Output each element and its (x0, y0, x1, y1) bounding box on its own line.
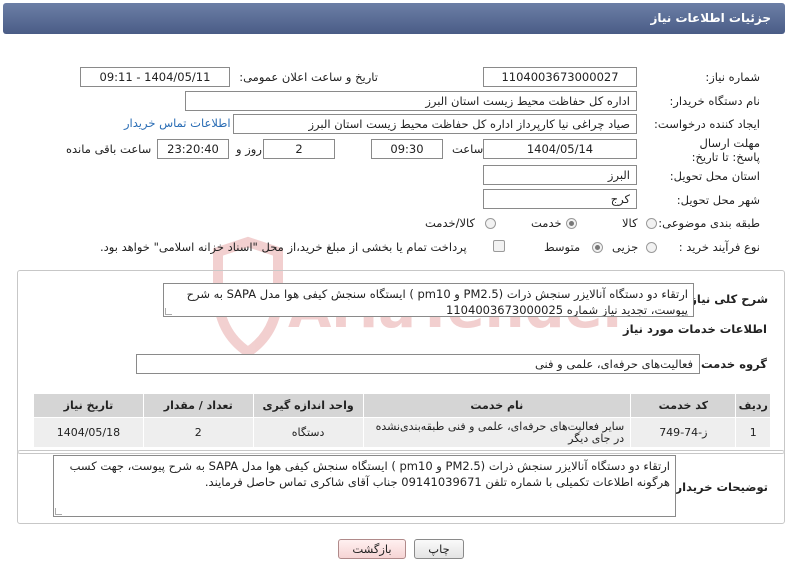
col-unit: واحد اندازه گیری (252, 393, 364, 418)
process-radio-medium[interactable] (592, 242, 603, 253)
creator-field: صیاد چراغی نیا کارپرداز اداره کل حفاظت م… (233, 114, 637, 134)
process-option-medium: متوسط (544, 240, 581, 254)
time-remaining-label: ساعت باقی مانده (66, 142, 152, 156)
deadline-time-label: ساعت (452, 142, 484, 156)
days-label: روز و (236, 142, 262, 156)
back-button[interactable]: بازگشت (338, 539, 406, 559)
announce-label: تاریخ و ساعت اعلان عمومی: (239, 70, 378, 84)
buyer-notes-textarea[interactable]: ارتقاء دو دستگاه آنالایزر سنجش ذرات (PM2… (53, 455, 676, 517)
city-label: شهر محل تحویل: (676, 193, 760, 207)
table-header-row: ردیف کد خدمت نام خدمت واحد اندازه گیری ت… (33, 393, 771, 418)
province-field: البرز (483, 165, 637, 185)
service-group-label: گروه خدمت: (696, 357, 767, 371)
treasury-checkbox[interactable] (493, 240, 505, 252)
service-group-field: فعالیت‌های حرفه‌ای، علمی و فنی (136, 354, 700, 374)
col-code: کد خدمت (630, 393, 737, 418)
process-radio-minor[interactable] (646, 242, 657, 253)
need-number-label: شماره نیاز: (705, 70, 760, 84)
col-name: نام خدمت (362, 393, 632, 418)
cell-qty: 2 (142, 417, 254, 448)
col-date: تاریخ نیاز (33, 393, 144, 418)
category-option-goods: کالا (622, 216, 638, 230)
page-header: جزئیات اطلاعات نیاز (3, 3, 785, 34)
creator-label: ایجاد کننده درخواست: (654, 117, 760, 131)
table-row: 1 ز-74-749 سایر فعالیت‌های حرفه‌ای، علمی… (33, 417, 771, 448)
summary-text: ارتقاء دو دستگاه آنالایزر سنجش ذرات (PM2… (186, 287, 688, 317)
cell-name: سایر فعالیت‌های حرفه‌ای، علمی و فنی طبقه… (362, 417, 632, 448)
print-button[interactable]: چاپ (414, 539, 464, 559)
category-radio-service[interactable] (566, 218, 577, 229)
buyer-org-field: اداره کل حفاظت محیط زیست استان البرز (185, 91, 637, 111)
summary-textarea[interactable]: ارتقاء دو دستگاه آنالایزر سنجش ذرات (PM2… (163, 283, 694, 317)
process-option-minor: جزیی (612, 240, 639, 254)
services-section-title: اطلاعات خدمات مورد نیاز (623, 322, 767, 336)
cell-index: 1 (735, 417, 771, 448)
category-radio-goods[interactable] (646, 218, 657, 229)
buyer-org-label: نام دستگاه خریدار: (669, 94, 760, 108)
province-label: استان محل تحویل: (669, 169, 760, 183)
cell-date: 1404/05/18 (33, 417, 144, 448)
col-index: ردیف (735, 393, 771, 418)
deadline-time-field: 09:30 (371, 139, 443, 159)
resize-handle-icon[interactable] (165, 308, 172, 315)
announce-date-field: 1404/05/11 - 09:11 (80, 67, 230, 87)
need-number-field: 1104003673000027 (483, 67, 637, 87)
cell-code: ز-74-749 (630, 417, 737, 448)
payment-note: پرداخت تمام یا بخشی از مبلغ خرید،از محل … (100, 240, 467, 254)
deadline-date-field: 1404/05/14 (483, 139, 637, 159)
category-radio-goods-service[interactable] (485, 218, 496, 229)
category-label: طبقه بندی موضوعی: (658, 216, 760, 230)
process-label: نوع فرآیند خرید : (678, 240, 760, 254)
col-qty: تعداد / مقدار (142, 393, 254, 418)
summary-label: شرح کلی نیاز: (685, 292, 768, 306)
deadline-label: مهلت ارسال پاسخ: تا تاریخ: (691, 136, 760, 164)
page-title: جزئیات اطلاعات نیاز (650, 11, 771, 25)
buyer-notes-label: توضیحات خریدار: (670, 480, 768, 494)
category-option-service: خدمت (531, 216, 562, 230)
cell-unit: دستگاه (252, 417, 364, 448)
buyer-contact-link[interactable]: اطلاعات تماس خریدار (124, 116, 231, 130)
services-table: ردیف کد خدمت نام خدمت واحد اندازه گیری ت… (33, 393, 771, 448)
days-remaining-field: 2 (263, 139, 335, 159)
city-field: کرج (483, 189, 637, 209)
time-remaining-field: 23:20:40 (157, 139, 229, 159)
resize-handle-icon[interactable] (55, 508, 62, 515)
category-option-goods-service: کالا/خدمت (425, 216, 476, 230)
buyer-notes-text: ارتقاء دو دستگاه آنالایزر سنجش ذرات (PM2… (69, 459, 670, 489)
